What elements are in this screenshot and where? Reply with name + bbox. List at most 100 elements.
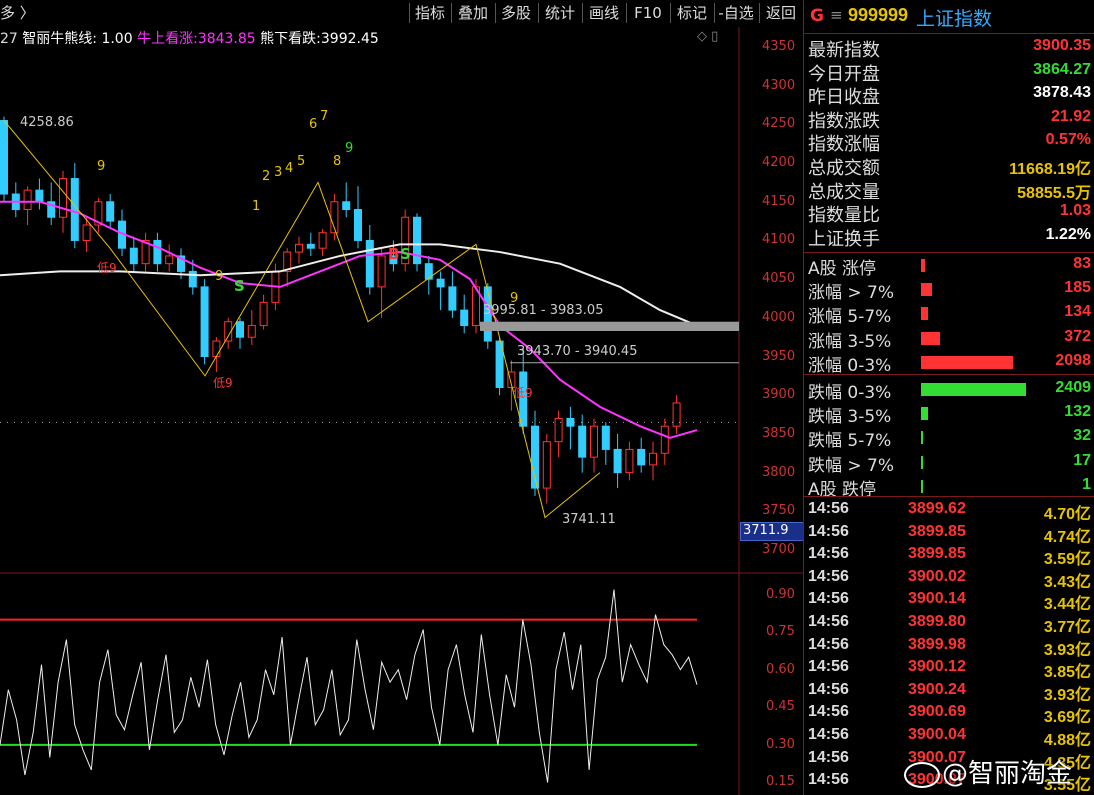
tick-price: 3899.85 xyxy=(908,522,966,540)
tick-row: 14:56 3900.12 3.85亿 xyxy=(806,656,1093,681)
seq-5: 5 xyxy=(297,154,306,169)
tick-price: 3900.14 xyxy=(908,590,966,608)
toolbar-btn-stats[interactable]: 统计 xyxy=(539,2,581,24)
back-tab[interactable]: 多 〉 xyxy=(0,2,35,24)
breadth-divider xyxy=(804,374,1094,375)
kline-chart[interactable]: 27 智丽牛熊线: 1.00 牛上看涨:3843.85 熊下看跌:3992.45… xyxy=(0,27,804,795)
stat-label: 指数涨幅 xyxy=(808,134,880,156)
breadth-row: 涨幅 > 7% 185 xyxy=(806,278,1093,303)
tick-time: 14:56 xyxy=(808,635,849,653)
price-tick-label: 4050 xyxy=(762,271,796,287)
stat-value: 0.57% xyxy=(1045,131,1091,149)
toolbar-btn-multi[interactable]: 多股 xyxy=(496,2,536,24)
stat-row: 今日开盘 3864.27 xyxy=(806,60,1093,85)
stat-value: 1.22% xyxy=(1045,225,1091,243)
weibo-logo-icon xyxy=(904,761,940,788)
tick-row: 14:56 3900.04 4.88亿 xyxy=(806,724,1093,749)
stat-label: 最新指数 xyxy=(808,40,880,61)
toolbar-btn-mark[interactable]: 标记 xyxy=(671,2,713,24)
candle-body xyxy=(35,189,44,203)
breadth-bar xyxy=(921,431,923,445)
stat-row: 昨日收盘 3878.43 xyxy=(806,83,1093,108)
stat-value: 3864.27 xyxy=(1033,60,1091,78)
group-indicator: G xyxy=(810,6,824,26)
candle-body xyxy=(23,189,32,211)
stat-value: 21.92 xyxy=(1050,107,1091,125)
support-level-label: 3943.70 - 3940.45 xyxy=(517,344,638,359)
breadth-bar xyxy=(921,455,923,469)
watermark: @智丽淘金 xyxy=(904,753,1072,790)
stat-row: 上证换手 1.22% xyxy=(806,225,1093,250)
breadth-row: 涨幅 3-5% 372 xyxy=(806,327,1093,352)
price-tick-label: 4150 xyxy=(762,193,796,209)
toolbar-btn-watchlist-remove[interactable]: -自选 xyxy=(714,2,758,24)
candle-body xyxy=(590,425,598,458)
seq-7: 7 xyxy=(320,109,329,124)
candle-body xyxy=(436,278,445,288)
candle-body xyxy=(0,120,8,195)
toolbar-btn-indicator[interactable]: 指标 xyxy=(410,2,450,24)
current-price-tag: 3711.9 xyxy=(740,522,804,541)
breadth-value: 185 xyxy=(1064,279,1091,297)
security-name: 上证指数 xyxy=(916,8,993,30)
stat-row: 最新指数 3900.35 xyxy=(806,36,1093,61)
candle-body xyxy=(318,232,327,249)
breadth-value: 2409 xyxy=(1055,379,1091,396)
breadth-bar xyxy=(921,355,1014,369)
candle-body xyxy=(153,239,162,265)
oscillator-tick-label: 0.30 xyxy=(766,736,795,752)
candle-body xyxy=(259,301,268,327)
stat-row: 指数涨幅 0.57% xyxy=(806,130,1093,156)
tick-time: 14:56 xyxy=(808,658,849,676)
tick-time: 14:56 xyxy=(808,748,849,766)
breadth-label: 涨幅 5-7% xyxy=(808,307,892,328)
candle-body xyxy=(247,325,256,338)
breadth-row: A股 涨停 83 xyxy=(806,254,1093,279)
candle-body xyxy=(578,425,587,458)
price-tick-label: 3800 xyxy=(762,464,796,480)
tick-price: 3900.12 xyxy=(908,658,966,676)
menu-icon[interactable]: ≡ xyxy=(830,6,843,24)
seq-1: 1 xyxy=(252,199,261,214)
price-tick-label: 4000 xyxy=(762,309,796,325)
toolbar-btn-return[interactable]: 返回 xyxy=(760,2,802,24)
chart-canvas xyxy=(0,27,803,795)
breadth-bar xyxy=(921,383,1026,396)
stat-label: 指数涨跌 xyxy=(808,110,880,132)
candle-body xyxy=(625,448,634,474)
breadth-value: 1 xyxy=(1082,475,1091,493)
tick-row: 14:56 3899.62 4.70亿 xyxy=(806,498,1093,523)
candle-body xyxy=(236,321,244,338)
stat-row: 总成交量 58855.5万 xyxy=(806,178,1093,203)
candle-body xyxy=(637,448,646,466)
tick-price: 3899.85 xyxy=(908,545,966,563)
breadth-label: 涨幅 3-5% xyxy=(808,331,892,352)
breadth-row: 跌幅 3-5% 132 xyxy=(806,402,1093,427)
price-tick-label: 3700 xyxy=(762,542,796,557)
price-tick-label: 3900 xyxy=(762,387,796,403)
candle-body xyxy=(129,247,138,265)
tick-row: 14:56 3899.98 3.93亿 xyxy=(806,634,1093,659)
candle-body xyxy=(188,270,197,288)
tick-price: 3900.24 xyxy=(908,680,966,698)
candle-body xyxy=(542,441,551,489)
price-tick-label: 3750 xyxy=(762,503,796,519)
breadth-bar xyxy=(921,407,929,421)
oscillator-tick-label: 0.75 xyxy=(766,624,795,640)
tick-time: 14:56 xyxy=(808,522,849,540)
toolbar-btn-overlay[interactable]: 叠加 xyxy=(452,2,494,24)
tick-price: 3899.62 xyxy=(908,500,966,517)
tick-row: 14:56 3900.14 3.44亿 xyxy=(806,588,1093,613)
tick-price: 3899.80 xyxy=(908,613,966,630)
stat-label: 总成交量 xyxy=(808,181,880,203)
tick-row: 14:56 3899.85 3.59亿 xyxy=(806,543,1093,568)
stat-value: 58855.5万 xyxy=(1017,184,1091,202)
toolbar-btn-f10[interactable]: F10 xyxy=(627,2,669,24)
oscillator-panel xyxy=(0,589,698,783)
breadth-row: 跌幅 0-3% 2409 xyxy=(806,378,1093,403)
toolbar-btn-draw[interactable]: 画线 xyxy=(583,2,625,24)
zigzag-line xyxy=(3,120,601,519)
low9-marker-b: 低9 xyxy=(213,376,233,390)
candle-body xyxy=(649,452,657,466)
oscillator-tick-label: 0.15 xyxy=(766,774,795,790)
